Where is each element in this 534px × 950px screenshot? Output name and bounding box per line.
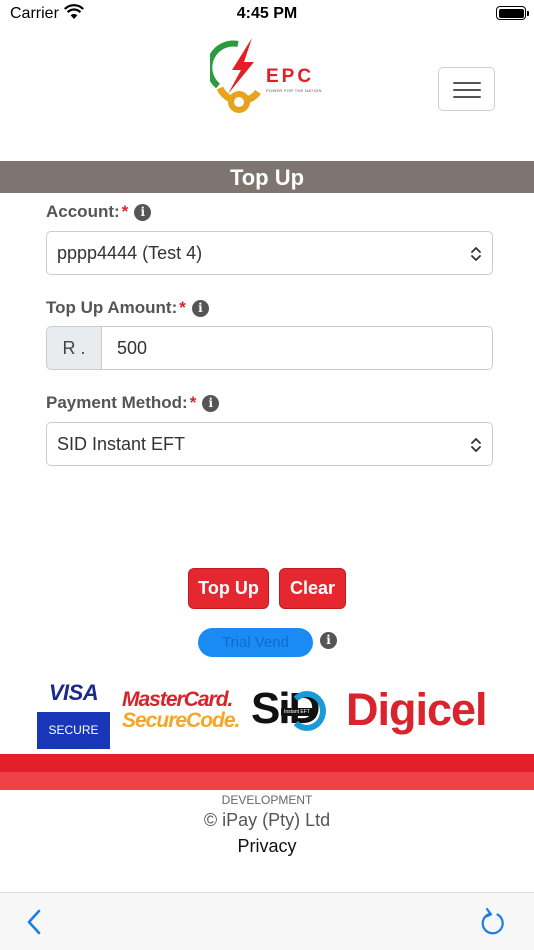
environment-label: DEVELOPMENT <box>221 793 313 807</box>
top-up-button[interactable]: Top Up <box>188 568 269 609</box>
visa-wordmark: VISA <box>48 680 99 705</box>
footer-red-band <box>0 754 534 790</box>
chevron-updown-icon <box>471 247 481 261</box>
info-icon[interactable]: i <box>202 395 220 412</box>
account-label: Account: * i <box>46 202 152 222</box>
battery-icon <box>496 6 529 20</box>
clock: 4:45 PM <box>236 5 298 22</box>
reload-icon[interactable] <box>478 906 508 938</box>
chevron-left-icon[interactable] <box>22 907 48 937</box>
hamburger-menu-icon <box>453 82 481 84</box>
logo-text: EPC <box>266 66 315 87</box>
sid-instant-eft-logo: SiD Instant EFT <box>251 684 331 736</box>
page-title: Top Up <box>0 161 534 193</box>
mastercard-line: MasterCard. <box>122 688 233 711</box>
info-icon[interactable]: i <box>191 300 209 317</box>
payment-method-label: Payment Method: * i <box>46 393 220 413</box>
clear-button[interactable]: Clear <box>279 568 346 609</box>
trial-vend-button[interactable]: Trial Vend <box>198 628 313 657</box>
menu-toggle-button[interactable] <box>438 67 495 111</box>
amount-label: Top Up Amount: * i <box>46 298 209 318</box>
browser-toolbar <box>0 892 534 950</box>
account-select[interactable]: pppp4444 (Test 4) <box>46 231 493 275</box>
securecode-line: SecureCode. <box>122 709 240 732</box>
mastercard-securecode-logo: MasterCard. SecureCode. <box>122 688 240 733</box>
digicel-logo: Digicel <box>346 684 488 735</box>
currency-prefix: R . <box>46 326 102 370</box>
gear-bolt-icon <box>210 38 261 113</box>
visa-secure-logo: VISA SECURE <box>37 680 110 749</box>
info-icon[interactable]: i <box>320 632 337 649</box>
chevron-updown-icon <box>471 438 481 452</box>
required-mark: * <box>179 298 186 317</box>
required-mark: * <box>189 393 197 412</box>
amount-input-group: R . <box>46 326 493 370</box>
amount-input[interactable] <box>101 326 493 370</box>
required-mark: * <box>121 202 129 221</box>
visa-secure-label: SECURE <box>37 712 110 749</box>
info-icon[interactable]: i <box>134 204 152 221</box>
privacy-link[interactable]: Privacy <box>0 836 534 857</box>
payment-method-select[interactable]: SID Instant EFT <box>46 422 493 466</box>
epc-logo[interactable]: EPC POWER FOR THE NATION <box>210 36 330 118</box>
logo-tagline: POWER FOR THE NATION <box>266 88 322 93</box>
sid-badge: Instant EFT <box>281 708 313 716</box>
status-bar: Carrier 4:45 PM <box>0 0 534 30</box>
copyright-text: © iPay (Pty) Ltd <box>203 810 331 830</box>
